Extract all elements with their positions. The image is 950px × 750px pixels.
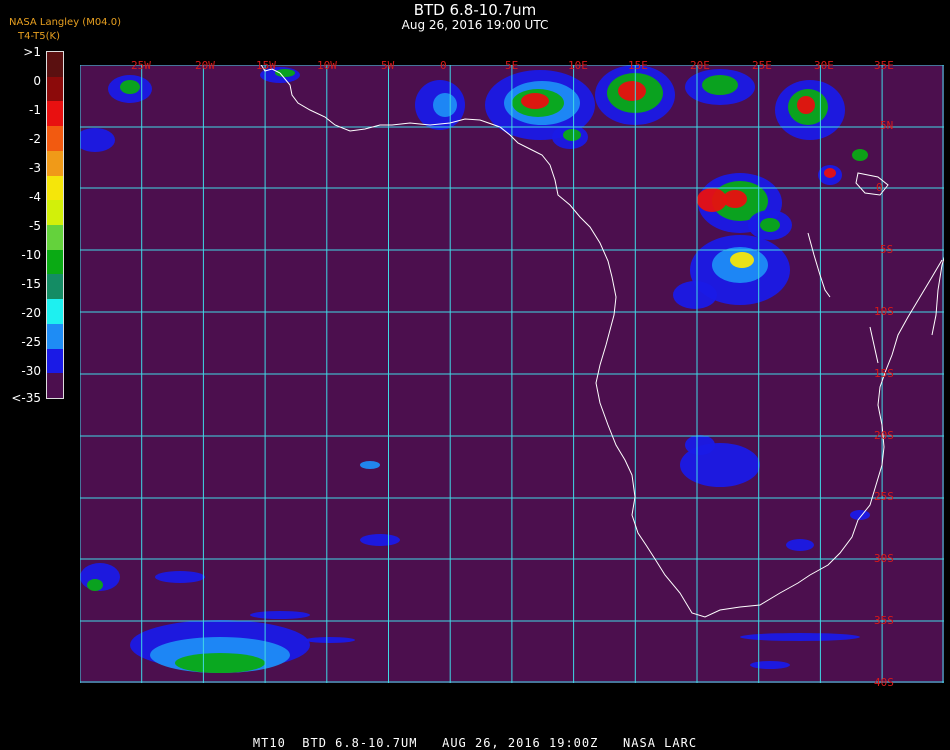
legend-label: -15 [21, 277, 41, 291]
cloud-blob [673, 281, 717, 309]
longitude-label: 5W [381, 59, 395, 72]
agency-label: NASA Langley (M04.0) [9, 17, 121, 28]
map-canvas [80, 65, 944, 683]
cloud-layer [80, 65, 870, 673]
legend-label: -4 [29, 190, 41, 204]
legend-swatch [47, 126, 63, 152]
longitude-label: 15E [628, 59, 648, 72]
cloud-blob [120, 80, 140, 94]
cloud-blob [730, 252, 754, 268]
cloud-blob [697, 188, 727, 212]
units-label: T4-T5(K) [18, 31, 60, 42]
cloud-blob [685, 435, 715, 455]
cloud-blob [797, 96, 815, 114]
latitude-label: 35S [874, 614, 894, 627]
cloud-blob [80, 128, 115, 152]
legend-label: -30 [21, 364, 41, 378]
longitude-label: 10E [568, 59, 588, 72]
legend-label: -2 [29, 132, 41, 146]
latitude-label: 10S [874, 305, 894, 318]
longitude-label: 10W [317, 59, 337, 72]
cloud-blob [521, 93, 549, 109]
cloud-blob [360, 534, 400, 546]
legend-swatch [47, 200, 63, 226]
longitude-label: 5E [505, 59, 519, 72]
image-footer: MT10 BTD 6.8-10.7UM AUG 26, 2016 19:00Z … [252, 736, 698, 750]
legend-swatch [47, 52, 63, 78]
legend-label: -1 [29, 103, 41, 117]
latitude-label: 15S [874, 367, 894, 380]
cloud-blob [824, 168, 836, 178]
legend-swatch [47, 299, 63, 325]
cloud-blob [563, 129, 581, 141]
legend-label: <-35 [11, 391, 41, 405]
longitude-label: 35E [874, 59, 894, 72]
cloud-blob [275, 69, 295, 77]
cloud-blob [175, 653, 265, 673]
longitude-label: 15W [256, 59, 276, 72]
legend-swatch [47, 348, 63, 374]
cloud-blob [618, 81, 646, 101]
cloud-blob [786, 539, 814, 551]
madagascar-coastline [931, 256, 944, 336]
lake-victoria [855, 172, 889, 196]
cloud-blob [740, 633, 860, 641]
cloud-blob [852, 149, 868, 161]
cloud-blob [360, 461, 380, 469]
longitude-label: 25W [131, 59, 151, 72]
longitude-label: 30E [814, 59, 834, 72]
legend-swatch [47, 249, 63, 275]
cloud-blob [87, 579, 103, 591]
lake-malawi [869, 326, 879, 364]
legend-swatch [47, 323, 63, 350]
latitude-label: 5S [880, 243, 894, 256]
cloud-blob [760, 218, 780, 232]
legend-swatch [47, 150, 63, 177]
legend-label: -5 [29, 219, 41, 233]
latitude-label: 0 [876, 181, 883, 194]
latitude-label: 25S [874, 490, 894, 503]
legend-swatch [47, 274, 63, 300]
cloud-blob [702, 75, 738, 95]
satellite-map [80, 65, 944, 683]
latitude-label: 5N [880, 119, 894, 132]
cloud-blob [305, 637, 355, 643]
legend-label: -25 [21, 335, 41, 349]
lat-lon-grid [80, 65, 944, 683]
legend-label: -10 [21, 248, 41, 262]
legend-swatch [47, 373, 63, 399]
longitude-label: 25E [752, 59, 772, 72]
legend-swatch [47, 76, 63, 102]
color-legend [46, 51, 64, 399]
latitude-label: 20S [874, 429, 894, 442]
image-timestamp: Aug 26, 2016 19:00 UTC [401, 18, 549, 32]
legend-label: -20 [21, 306, 41, 320]
image-title: BTD 6.8-10.7um [413, 1, 537, 19]
legend-swatch [47, 101, 63, 127]
cloud-blob [250, 611, 310, 619]
legend-swatch [47, 225, 63, 251]
longitude-label: 20W [195, 59, 215, 72]
legend-swatch [47, 175, 63, 201]
longitude-label: 0 [440, 59, 447, 72]
legend-label: -3 [29, 161, 41, 175]
latitude-label: 40S [874, 676, 894, 689]
cloud-blob [433, 93, 457, 117]
legend-label: >1 [23, 45, 41, 59]
coastline-layer [260, 65, 944, 618]
legend-label: 0 [33, 74, 41, 88]
lake-tanganyika [807, 232, 831, 298]
longitude-label: 20E [690, 59, 710, 72]
cloud-blob [850, 510, 870, 520]
cloud-blob [750, 661, 790, 669]
cloud-blob [155, 571, 205, 583]
latitude-label: 30S [874, 552, 894, 565]
